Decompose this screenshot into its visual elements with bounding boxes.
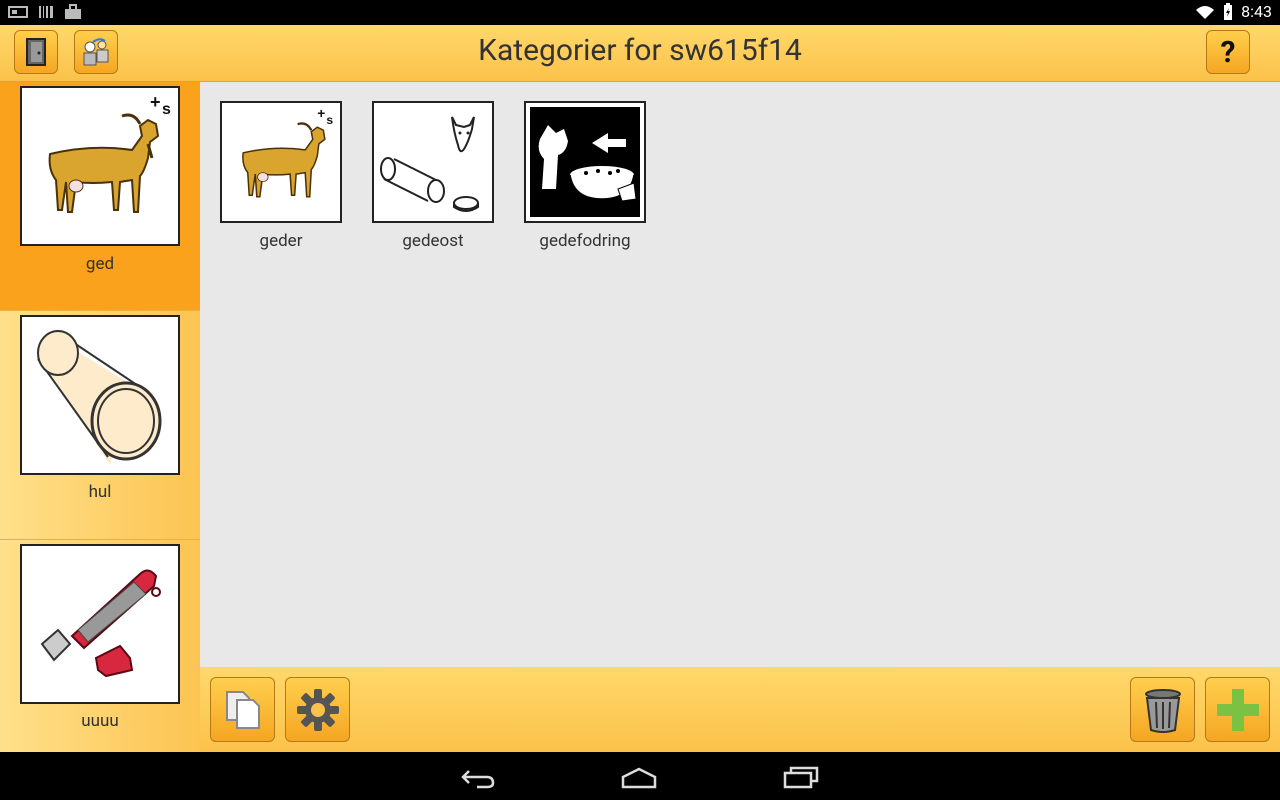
help-label: ? — [1220, 34, 1236, 70]
page-title: Kategorier for sw615f14 — [478, 33, 802, 68]
wifi-icon — [1196, 5, 1215, 19]
status-time: 8:43 — [1241, 2, 1272, 21]
goat-plural-icon: + s — [220, 101, 342, 223]
sidebar-item-uuuu[interactable]: uuuu — [0, 540, 200, 769]
battery-icon — [1224, 2, 1233, 20]
svg-text:s: s — [326, 113, 333, 127]
category-sidebar: + s ged hul uuuu — [0, 82, 200, 769]
add-plus-icon — [1216, 688, 1259, 731]
nav-recents-button[interactable] — [776, 762, 826, 792]
svg-text:+: + — [150, 92, 161, 112]
copy-icon — [225, 690, 260, 729]
pictogram-grid: + s geder gedeost gedefodring — [200, 82, 1280, 667]
help-button[interactable]: ? — [1206, 30, 1250, 74]
goat-feeding-icon — [524, 101, 646, 223]
tile-geder[interactable]: + s geder — [220, 101, 342, 251]
nav-back-button[interactable] — [452, 762, 502, 792]
recents-icon — [783, 766, 819, 789]
home-icon — [621, 767, 657, 789]
usb-stick-icon — [20, 544, 180, 704]
add-button[interactable] — [1205, 677, 1270, 742]
back-icon — [461, 770, 495, 789]
tile-label: gedeost — [402, 231, 464, 251]
status-system: 8:43 — [1195, 2, 1272, 21]
settings-button[interactable] — [285, 677, 350, 742]
sidebar-item-hul[interactable]: hul — [0, 311, 200, 540]
tile-label: geder — [259, 231, 303, 251]
settings-gear-icon — [296, 688, 339, 731]
android-nav-bar — [0, 752, 1280, 800]
svg-text:+: + — [317, 106, 325, 121]
bag-icon — [65, 4, 81, 19]
sidebar-item-label: uuuu — [81, 711, 119, 731]
bottom-toolbar — [200, 667, 1280, 752]
goat-cheese-icon — [372, 101, 494, 223]
tile-gedefodring[interactable]: gedefodring — [524, 101, 646, 251]
copy-button[interactable] — [210, 677, 275, 742]
status-notifications — [8, 4, 82, 20]
trash-icon — [1144, 688, 1181, 733]
photo-icon — [8, 6, 28, 18]
sidebar-item-label: ged — [85, 254, 115, 274]
tile-label: gedefodring — [539, 231, 631, 251]
app-header: Kategorier for sw615f14 ? — [0, 25, 1280, 82]
status-bar: 8:43 — [0, 0, 1280, 25]
sidebar-item-ged[interactable]: + s ged — [0, 82, 200, 311]
tile-gedeost[interactable]: gedeost — [372, 101, 494, 251]
goat-icon: + s — [20, 86, 180, 246]
pipe-icon — [20, 315, 180, 475]
nav-home-button[interactable] — [614, 762, 664, 792]
sidebar-item-label: hul — [88, 482, 112, 502]
delete-button[interactable] — [1130, 677, 1195, 742]
svg-text:s: s — [162, 101, 171, 118]
barcode-icon — [39, 6, 53, 18]
